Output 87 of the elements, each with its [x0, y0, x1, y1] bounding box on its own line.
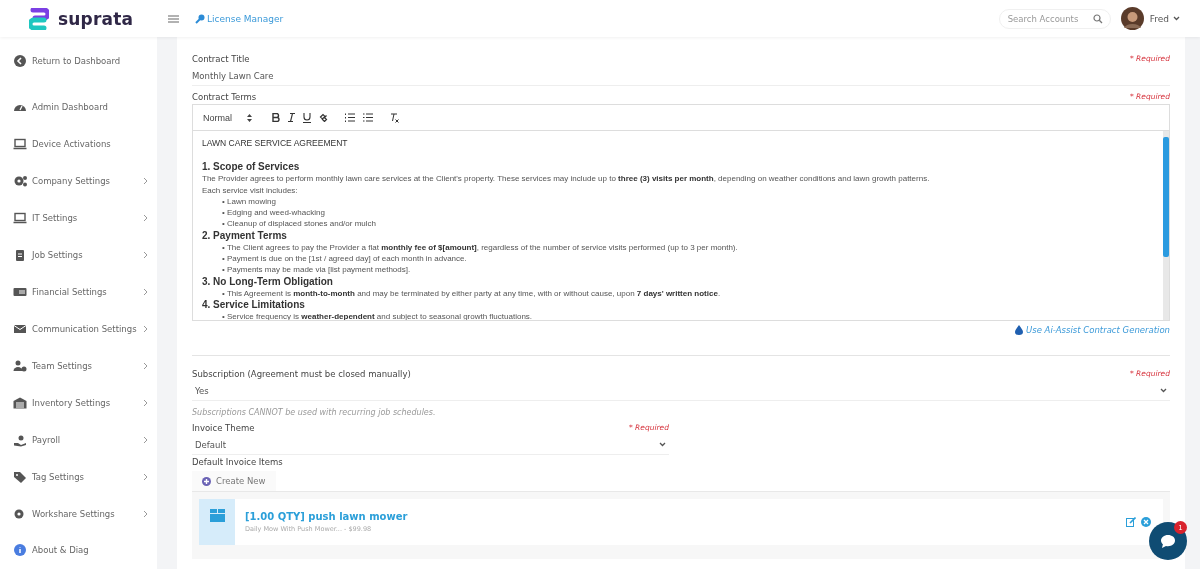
- list-item: • Service frequency is weather-dependent and subject to seasonal growth fluctuations.: [221, 310, 534, 320]
- sidebar-item[interactable]: Return to Dashboard: [0, 43, 157, 80]
- sidebar-item[interactable]: Company Settings: [0, 162, 157, 200]
- edit-icon[interactable]: [1126, 517, 1136, 527]
- clipboard-icon: [13, 248, 27, 263]
- field-label: Subscription (Agreement must be closed manually): [192, 368, 411, 379]
- chat-icon: [1160, 533, 1176, 549]
- list-item: • Lawn mowing: [221, 195, 277, 208]
- up-down-arrows-icon: [247, 113, 252, 122]
- select-field[interactable]: Yes: [192, 381, 1170, 401]
- gears-icon: [13, 174, 27, 189]
- list-item: • This Agreement is month-to-month and may be terminated by either party at any time, with or without cause, upon 7 days' written notice.: [221, 287, 722, 299]
- section-heading: 1. Scope of Services: [202, 161, 301, 174]
- chevron-icon: [143, 214, 148, 223]
- list-item: • Cleanup of displaced stones and/or mulch: [221, 218, 377, 230]
- sidebar-item[interactable]: Communication Settings: [0, 310, 157, 348]
- scrollbar[interactable]: [1163, 131, 1169, 320]
- chevron-icon: [143, 435, 148, 444]
- user-menu[interactable]: Fred: [1149, 13, 1180, 24]
- chevron-icon: [143, 288, 148, 296]
- chevron-icon: [143, 509, 148, 518]
- bullet-list-icon[interactable]: [363, 113, 373, 122]
- sidebar-item[interactable]: Job Settings: [0, 236, 157, 274]
- warehouse-icon: [13, 395, 27, 410]
- format-dropdown[interactable]: Normal: [203, 112, 252, 123]
- list-item: • Edging and weed-whacking: [221, 207, 326, 219]
- sidebar-item[interactable]: Financial Settings: [0, 273, 157, 311]
- chevron-icon: [143, 398, 148, 407]
- sidebar-item[interactable]: Team Settings: [0, 347, 157, 385]
- field-label: Contract Terms: [192, 91, 257, 102]
- section-heading: 4. Service Limitations: [202, 298, 306, 311]
- field-label: Contract Title: [192, 53, 250, 64]
- sidebar-item[interactable]: Workshare Settings: [0, 495, 157, 532]
- bold-icon[interactable]: [272, 113, 280, 122]
- laptop-icon: [13, 137, 27, 152]
- sidebar-item[interactable]: About & Diag: [0, 532, 157, 569]
- caret-icon: [659, 442, 666, 447]
- document-title: LAWN CARE SERVICE AGREEMENT: [202, 138, 349, 150]
- caret-icon: [1160, 388, 1167, 393]
- link-icon[interactable]: [319, 113, 328, 122]
- field-label: Default Invoice Items: [192, 457, 284, 467]
- paragraph: The Provider agrees to perform monthly lawn care services at the Client's property. These services may include up to three (3) visits per month, depending on weather conditions and lawn growth patterns.: [202, 173, 931, 185]
- sidebar-item[interactable]: Inventory Settings: [0, 384, 157, 422]
- italic-icon[interactable]: [288, 113, 295, 122]
- text-field[interactable]: Monthly Lawn Care: [192, 66, 1170, 86]
- chevron-icon: [143, 324, 148, 333]
- ai-assist-link[interactable]: Use Ai-Assist Contract Generation: [1015, 325, 1170, 336]
- chevron-icon: [143, 361, 148, 370]
- avatar[interactable]: [1120, 7, 1144, 30]
- clear-format-icon[interactable]: [390, 112, 399, 123]
- remove-icon[interactable]: [1141, 517, 1151, 527]
- brand-name: suprata: [58, 8, 134, 29]
- breadcrumb-link[interactable]: License Manager: [195, 13, 284, 24]
- list-item: • Payments may be made via [list payment methods].: [221, 264, 412, 276]
- paragraph: Each service visit includes:: [202, 184, 299, 196]
- create-new-button[interactable]: Create New: [192, 471, 276, 491]
- field-hint: Subscriptions CANNOT be used with recurring job schedules.: [192, 406, 437, 419]
- caret-icon: [1173, 16, 1180, 21]
- section-heading: 3. No Long-Term Obligation: [202, 275, 334, 288]
- numbered-list-icon[interactable]: [345, 113, 355, 122]
- section-heading: 2. Payment Terms: [202, 229, 288, 242]
- sidebar-item[interactable]: Device Activations: [0, 125, 157, 163]
- search-icon[interactable]: [1092, 13, 1103, 24]
- search-field[interactable]: Search Accounts: [998, 8, 1111, 29]
- sidebar-item[interactable]: Admin Dashboard: [0, 88, 157, 126]
- underline-icon[interactable]: [303, 112, 311, 123]
- info-icon: [13, 543, 27, 558]
- chevron-icon: [143, 251, 148, 260]
- sidebar-item[interactable]: Payroll: [0, 421, 157, 459]
- list-item: • The Client agrees to pay the Provider a flat monthly fee of $[amount], regardless of the number of service visits performed (up to 3 per month).: [221, 241, 739, 254]
- plus-icon: [202, 476, 211, 486]
- chevron-icon: [143, 177, 148, 186]
- sidebar-item[interactable]: Tag Settings: [0, 458, 157, 496]
- laptop-icon: [13, 211, 27, 226]
- select-field[interactable]: Default: [192, 435, 669, 455]
- chevron-icon: [143, 472, 148, 481]
- sidebar-item[interactable]: IT Settings: [0, 199, 157, 237]
- drop-icon: [1015, 325, 1023, 335]
- box-icon: [209, 509, 225, 522]
- users-icon: [13, 358, 27, 373]
- logo-icon: [29, 7, 49, 30]
- tag-icon: [13, 469, 27, 484]
- field-label: Invoice Theme: [192, 422, 255, 433]
- key-icon: [195, 13, 205, 24]
- card-icon: [13, 285, 27, 299]
- back-icon: [13, 54, 27, 69]
- list-item: • Payment is due on the [1st / agreed day] of each month in advance.: [221, 253, 468, 265]
